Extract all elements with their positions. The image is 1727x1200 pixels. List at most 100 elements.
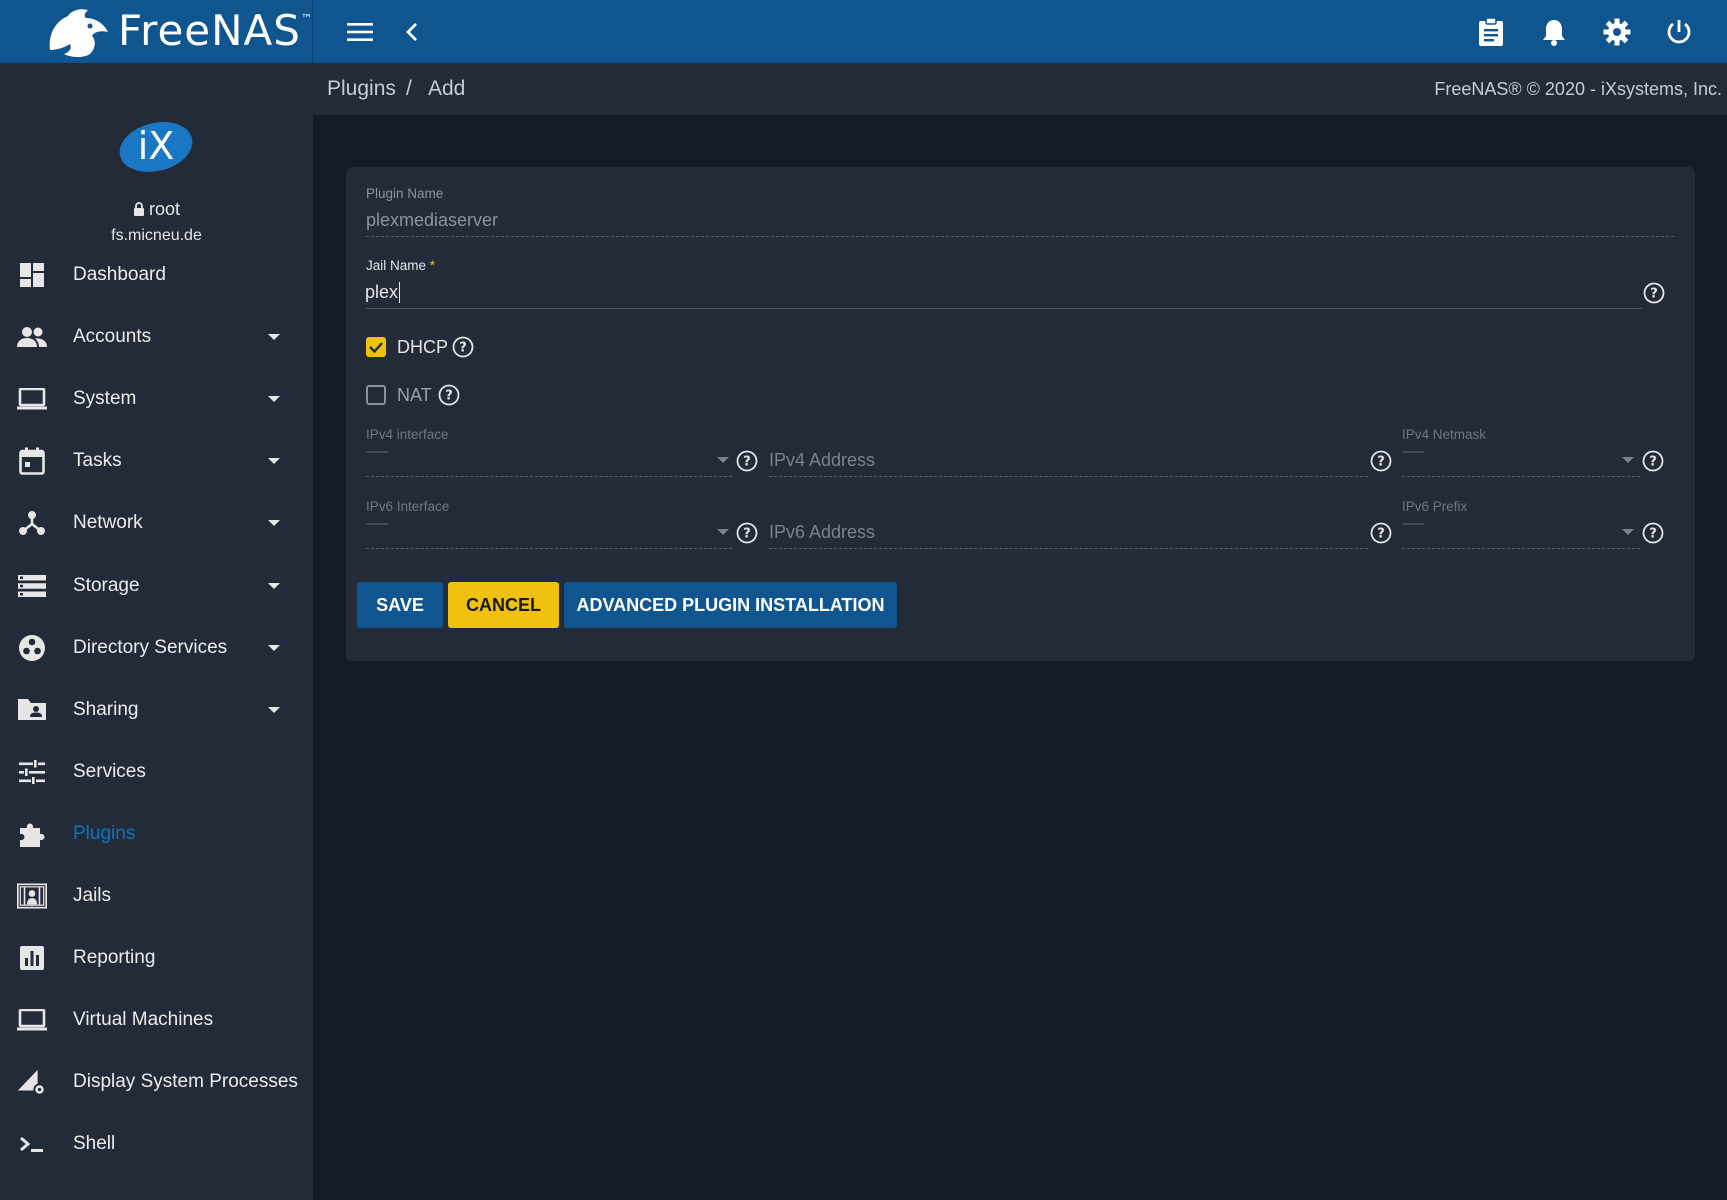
breadcrumb-plugins[interactable]: Plugins <box>327 77 396 101</box>
sidebar-item-display-system-processes[interactable]: Display System Processes <box>0 1051 313 1113</box>
ipv4-netmask-help-icon[interactable]: ? <box>1642 450 1664 472</box>
ipv6-prefix-label: IPv6 Prefix <box>1402 499 1468 514</box>
svg-text:?: ? <box>445 389 453 404</box>
ipv6-interface-label: IPv6 Interface <box>366 499 450 514</box>
jail-name-help-icon[interactable]: ? <box>1643 282 1665 304</box>
dhcp-label[interactable]: DHCP <box>397 337 448 358</box>
jail-name-underline <box>366 308 1642 309</box>
ipv4-netmask-dropdown-icon[interactable] <box>1622 457 1634 463</box>
ipv6-prefix-underline <box>1402 548 1640 549</box>
nat-checkbox[interactable] <box>366 385 386 405</box>
menu-icon[interactable] <box>342 14 378 50</box>
sidebar-item-accounts[interactable]: Accounts <box>0 306 313 368</box>
people-icon <box>17 322 47 352</box>
ipv6-interface-dropdown-icon[interactable] <box>717 529 729 535</box>
save-button[interactable]: SAVE <box>357 582 443 628</box>
hostname: fs.micneu.de <box>111 227 202 244</box>
sidebar-item-directory-services[interactable]: Directory Services <box>0 617 313 679</box>
svg-text:iX: iX <box>138 124 175 168</box>
power-icon[interactable] <box>1661 14 1697 50</box>
sidebar-item-services[interactable]: Services <box>0 741 313 803</box>
sidebar-item-jails[interactable]: Jails <box>0 865 313 927</box>
terminal-icon <box>17 1129 47 1159</box>
sidebar-item-label: Display System Processes <box>73 1071 298 1093</box>
ipv4-address-help-icon[interactable]: ? <box>1370 450 1392 472</box>
username: root <box>148 199 181 219</box>
ipv6-address-underline <box>769 548 1368 549</box>
laptop-icon <box>17 384 47 414</box>
user-line: root <box>0 199 313 220</box>
ipv6-prefix-select[interactable]: -------- <box>1402 518 1424 530</box>
nat-help-icon[interactable]: ? <box>438 384 460 406</box>
plugin-name-label: Plugin Name <box>366 186 444 201</box>
svg-text:?: ? <box>1377 527 1385 542</box>
sidebar-item-plugins[interactable]: Plugins <box>0 803 313 865</box>
svg-text:?: ? <box>1650 287 1658 302</box>
ipv6-prefix-dropdown-icon[interactable] <box>1622 529 1634 535</box>
check-icon <box>369 342 383 354</box>
ipv6-interface-help-icon[interactable]: ? <box>736 522 758 544</box>
svg-text:?: ? <box>743 527 751 542</box>
chart-icon <box>17 943 47 973</box>
sidebar-item-reporting[interactable]: Reporting <box>0 927 313 989</box>
lock-icon <box>133 202 144 216</box>
breadcrumb-separator: / <box>406 77 412 100</box>
ipv4-netmask-label: IPv4 Netmask <box>1402 427 1487 442</box>
ipv4-netmask-select[interactable]: -------- <box>1402 446 1424 458</box>
ipv4-address-underline <box>769 476 1368 477</box>
bell-icon[interactable] <box>1536 14 1572 50</box>
ipv6-prefix-help-icon[interactable]: ? <box>1642 522 1664 544</box>
sidebar-item-system[interactable]: System <box>0 368 313 430</box>
sidebar-item-sharing[interactable]: Sharing <box>0 679 313 741</box>
ipv6-interface-underline <box>366 548 732 549</box>
dhcp-checkbox[interactable] <box>366 337 386 357</box>
ipv6-address-help-icon[interactable]: ? <box>1370 522 1392 544</box>
sidebar-item-label: Services <box>73 760 146 782</box>
brand-name: FreeNAS™ <box>118 6 313 55</box>
sidebar-item-virtual-machines[interactable]: Virtual Machines <box>0 989 313 1051</box>
advanced-plugin-installation-button[interactable]: ADVANCED PLUGIN INSTALLATION <box>564 582 897 628</box>
ipv4-netmask-underline <box>1402 476 1640 477</box>
sidebar-item-label: Jails <box>73 885 112 906</box>
jail-name-input[interactable]: plex <box>365 282 401 303</box>
ipv4-address-input[interactable]: IPv4 Address <box>769 450 875 471</box>
sidebar-item-shell[interactable]: Shell <box>0 1113 313 1175</box>
ipv4-interface-help-icon[interactable]: ? <box>736 450 758 472</box>
sidebar-item-storage[interactable]: Storage <box>0 555 313 617</box>
sidebar-item-network[interactable]: Network <box>0 492 313 554</box>
plugin-name-underline <box>366 236 1674 237</box>
sidebar-item-dashboard[interactable]: Dashboard <box>0 244 313 306</box>
jail-name-label: Jail Name * <box>366 258 436 273</box>
ipv6-address-input[interactable]: IPv6 Address <box>769 522 875 543</box>
sidebar-item-tasks[interactable]: Tasks <box>0 430 313 492</box>
caret-down-icon <box>268 458 280 465</box>
computer-icon <box>17 1005 47 1035</box>
sidebar-item-label: Storage <box>73 574 140 596</box>
gear-icon[interactable] <box>1599 14 1635 50</box>
ipv4-interface-dropdown-icon[interactable] <box>717 457 729 463</box>
breadcrumb: Plugins / Add FreeNAS® © 2020 - iXsystem… <box>313 63 1727 115</box>
cancel-button[interactable]: CANCEL <box>448 582 559 628</box>
ipv6-interface-select[interactable]: -------- <box>366 518 388 530</box>
freenas-shark-icon <box>49 9 108 57</box>
svg-text:?: ? <box>1649 527 1657 542</box>
directory-icon <box>17 633 47 663</box>
svg-text:?: ? <box>1649 455 1657 470</box>
svg-text:?: ? <box>743 455 751 470</box>
chevron-left-icon[interactable] <box>394 14 430 50</box>
sidebar-item-label: Reporting <box>73 947 156 969</box>
nat-label[interactable]: NAT <box>397 385 432 406</box>
clipboard-icon[interactable] <box>1473 14 1509 50</box>
sidebar-item-label: Directory Services <box>73 636 228 658</box>
calendar-icon <box>17 446 47 476</box>
sidebar-item-label: System <box>73 388 137 410</box>
ipv4-interface-select[interactable]: -------- <box>366 446 388 458</box>
brand[interactable]: FreeNAS™ <box>0 0 313 63</box>
dhcp-help-icon[interactable]: ? <box>452 336 474 358</box>
caret-down-icon <box>268 520 280 527</box>
sidebar-item-label: Virtual Machines <box>73 1009 214 1031</box>
caret-down-icon <box>268 334 280 341</box>
svg-text:?: ? <box>459 341 467 356</box>
folder-shared-icon <box>17 695 47 725</box>
caret-down-icon <box>268 644 280 651</box>
